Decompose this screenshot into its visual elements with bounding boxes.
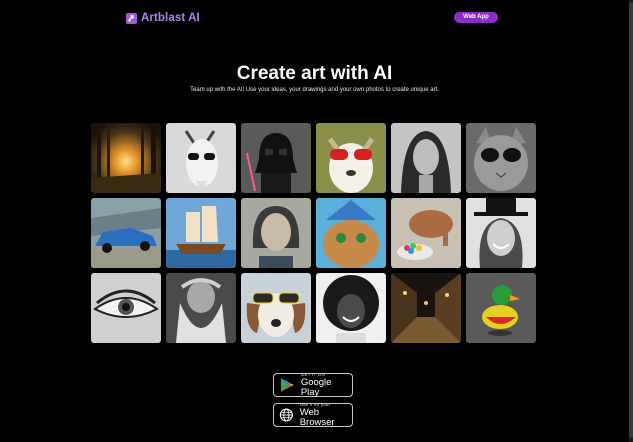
gallery-image-night-street[interactable]	[391, 273, 461, 343]
gallery-image-woman-hat[interactable]	[466, 198, 536, 268]
gallery-image-eye-closeup[interactable]	[91, 273, 161, 343]
gallery-image-wooden-elephant[interactable]	[391, 198, 461, 268]
web-browser-label: Web Browser	[299, 407, 335, 428]
brand-logo[interactable]: Artblast AI	[126, 11, 200, 25]
scrollbar-thumb[interactable]	[629, 2, 633, 438]
gallery-image-puppy-sunglasses[interactable]	[241, 273, 311, 343]
google-play-label: Google Play	[300, 377, 332, 398]
gallery-image-sailing-ship[interactable]	[166, 198, 236, 268]
gallery-image-goat-sunglasses[interactable]	[166, 123, 236, 193]
gallery-image-cat-sunglasses[interactable]	[466, 123, 536, 193]
web-browser-button[interactable]: Use it on your Web Browser	[273, 402, 353, 428]
gallery-image-rubber-duck[interactable]	[466, 273, 536, 343]
gallery-image-woman-portrait[interactable]	[391, 123, 461, 193]
google-play-button[interactable]: GET IT ON Google Play	[273, 372, 353, 398]
gallery-image-old-wizard[interactable]	[166, 273, 236, 343]
gallery-image-dog-red-glasses[interactable]	[316, 123, 386, 193]
gallery-image-curly-hair-woman[interactable]	[316, 273, 386, 343]
art-gallery-grid	[91, 123, 536, 343]
globe-icon	[279, 408, 293, 422]
gallery-image-blue-sports-car[interactable]	[91, 198, 161, 268]
top-navigation-bar: Artblast AI Web App	[0, 0, 633, 34]
web-app-button[interactable]: Web App	[454, 12, 498, 23]
brand-name: Artblast AI	[141, 12, 200, 24]
hero-title: Create art with AI	[236, 63, 393, 84]
page-scrollbar[interactable]	[629, 0, 633, 442]
gallery-image-darth-vader[interactable]	[241, 123, 311, 193]
gallery-image-cat-blue-hat[interactable]	[316, 198, 386, 268]
gallery-image-sunset-forest[interactable]	[91, 123, 161, 193]
gallery-image-cartoon-girl[interactable]	[241, 198, 311, 268]
hero-subtitle: Team up with the AI! Use your ideas, you…	[190, 87, 439, 93]
google-play-icon	[280, 378, 294, 392]
artblast-logo-icon	[126, 12, 137, 24]
